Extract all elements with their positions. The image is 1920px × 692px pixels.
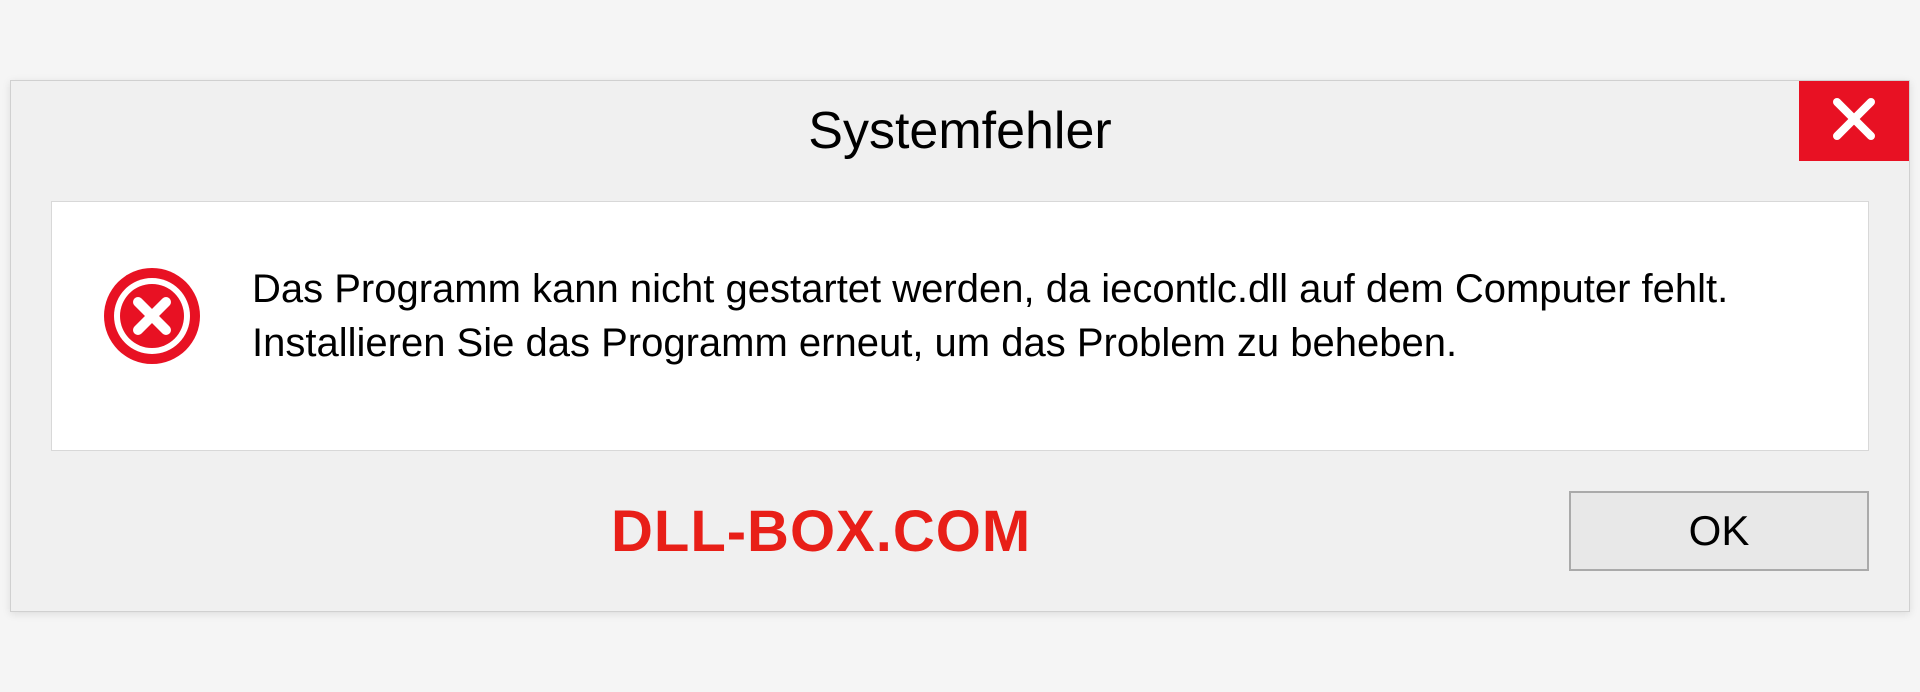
- watermark-text: DLL-BOX.COM: [611, 498, 1031, 565]
- titlebar: Systemfehler: [11, 81, 1909, 181]
- close-icon: [1829, 94, 1879, 149]
- dialog-title: Systemfehler: [808, 101, 1111, 161]
- close-button[interactable]: [1799, 81, 1909, 161]
- ok-button-label: OK: [1689, 507, 1750, 555]
- dialog-footer: DLL-BOX.COM OK: [11, 481, 1909, 611]
- ok-button[interactable]: OK: [1569, 491, 1869, 571]
- error-dialog: Systemfehler Das Programm kann nicht ges…: [10, 80, 1910, 612]
- content-panel: Das Programm kann nicht gestartet werden…: [51, 201, 1869, 451]
- error-icon: [102, 266, 202, 366]
- error-message: Das Programm kann nicht gestartet werden…: [252, 262, 1818, 370]
